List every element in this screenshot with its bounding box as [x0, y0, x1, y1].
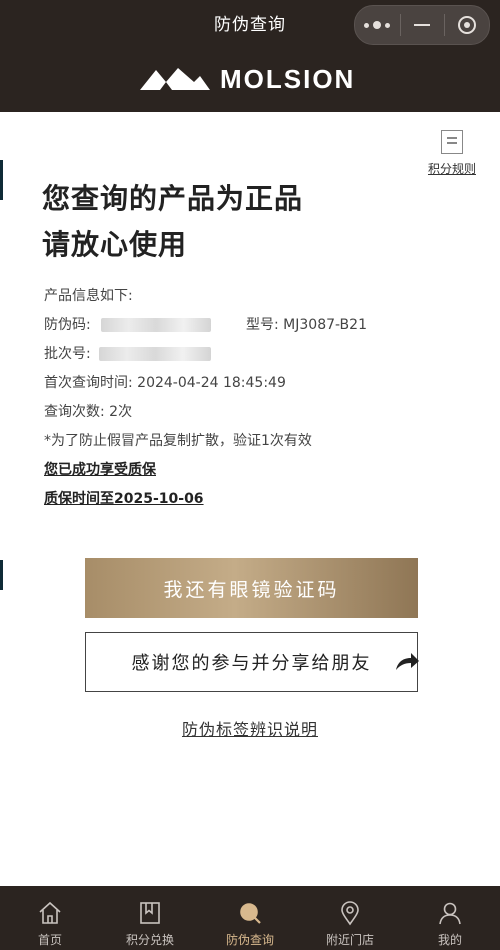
tab-mine[interactable]: 我的 [400, 886, 500, 950]
more-button[interactable] [355, 6, 400, 44]
info-intro: 产品信息如下: [44, 288, 133, 304]
warranty-status: 您已成功享受质保 [44, 462, 156, 478]
target-icon [457, 16, 476, 34]
tab-anti-fake-query-label: 防伪查询 [225, 933, 274, 947]
mini-program-capsule [354, 5, 490, 45]
query-count-value: 2次 [109, 404, 133, 420]
headline-line-2: 请放心使用 [42, 228, 188, 261]
bottom-tab-bar: 首页 积分兑换 防伪查询 附近门店 我的 [0, 886, 500, 950]
tab-home-label: 首页 [37, 933, 62, 947]
model-row: 型号: MJ3087-B21 [246, 314, 367, 334]
bookmark-icon [140, 902, 160, 924]
tab-home[interactable]: 首页 [0, 886, 100, 950]
first-query-value: 2024-04-24 18:45:49 [137, 375, 286, 391]
batch-value-redacted [99, 347, 212, 361]
user-icon [439, 902, 461, 925]
tab-anti-fake-query[interactable]: 防伪查询 [200, 886, 300, 950]
search-icon [240, 903, 261, 924]
label-explain-text: 防伪标签辨识说明 [181, 720, 318, 739]
first-query-row: 首次查询时间: 2024-04-24 18:45:49 [44, 372, 286, 392]
document-icon [441, 130, 463, 154]
points-rules-link[interactable]: 积分规则 [424, 130, 480, 177]
left-edge-mark [0, 560, 3, 590]
brand-name: MOLSION [220, 63, 356, 94]
tab-points-exchange[interactable]: 积分兑换 [100, 886, 200, 950]
more-dots-icon [364, 21, 391, 29]
tab-nearby-stores[interactable]: 附近门店 [300, 886, 400, 950]
warranty-expiry: 质保时间至2025-10-06 [44, 491, 204, 507]
share-label: 感谢您的参与并分享给朋友 [131, 653, 372, 674]
result-headline: 您查询的产品为正品 请放心使用 [42, 176, 303, 268]
left-edge-mark [0, 160, 3, 200]
share-arrow-icon [396, 653, 419, 670]
headline-line-1: 您查询的产品为正品 [42, 182, 304, 215]
batch-row: 批次号: [44, 343, 212, 363]
label-explain-link[interactable]: 防伪标签辨识说明 [0, 716, 500, 740]
first-query-label: 首次查询时间: [44, 375, 133, 391]
code-value-redacted [101, 318, 212, 332]
home-icon [39, 901, 61, 924]
model-value: MJ3087-B21 [283, 317, 367, 333]
brand-logo: MOLSION [140, 64, 355, 94]
model-label: 型号: [246, 317, 279, 333]
minimize-button[interactable] [399, 6, 445, 44]
batch-label: 批次号: [44, 346, 91, 362]
location-pin-icon [341, 901, 359, 926]
close-miniprogram-button[interactable] [444, 6, 489, 44]
verify-code-button[interactable]: 我还有眼镜验证码 [85, 558, 418, 618]
share-button[interactable]: 感谢您的参与并分享给朋友 [85, 632, 419, 692]
tab-points-exchange-label: 积分兑换 [125, 933, 174, 947]
anti-fake-code-row: 防伪码: [44, 314, 212, 334]
code-label: 防伪码: [44, 317, 91, 333]
top-header: 防伪查询 MOLSION [0, 0, 500, 112]
mountain-logo-icon [140, 68, 210, 90]
query-count-row: 查询次数: 2次 [44, 401, 132, 421]
points-rules-label: 积分规则 [427, 162, 476, 176]
verify-note: *为了防止假冒产品复制扩散，验证1次有效 [44, 433, 312, 449]
tab-mine-label: 我的 [437, 933, 462, 947]
tab-nearby-stores-label: 附近门店 [325, 933, 374, 947]
minus-icon [414, 24, 430, 26]
query-count-label: 查询次数: [44, 404, 105, 420]
